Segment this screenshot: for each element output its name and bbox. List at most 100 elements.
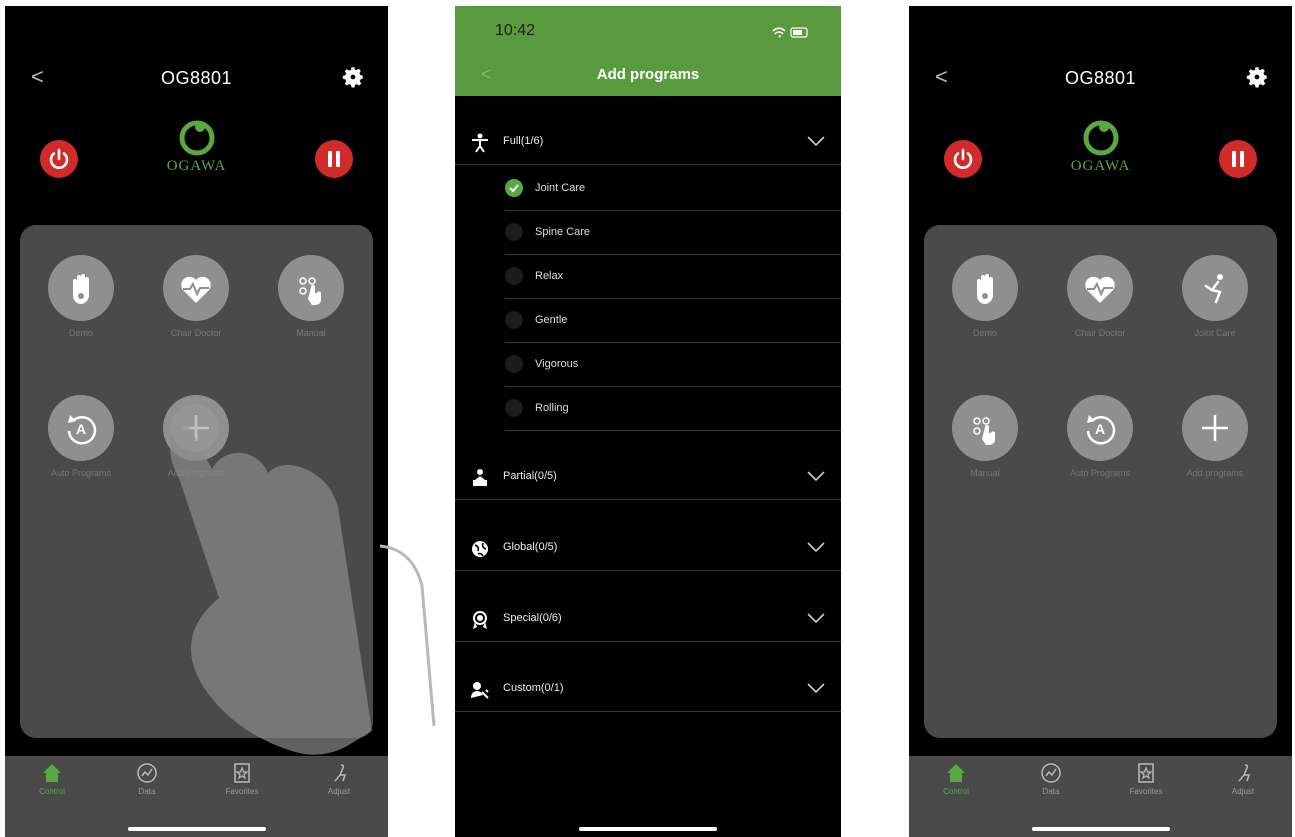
tab-control[interactable]: Control [926, 762, 986, 812]
tab-label: Favorites [225, 787, 259, 796]
pause-icon [328, 151, 340, 167]
tile-label: Auto Programs [50, 468, 112, 478]
tile-label: Chair Doctor [170, 328, 222, 338]
gear-icon[interactable] [1244, 64, 1270, 90]
tab-control[interactable]: Control [22, 762, 82, 812]
pause-button[interactable] [315, 140, 353, 178]
chart-icon [137, 763, 157, 783]
status-icons [771, 26, 811, 45]
tile-add-programs[interactable]: Add programs [141, 395, 251, 515]
device-title: OG8801 [1064, 68, 1137, 88]
tile-auto-programs[interactable]: A Auto Programs [1045, 395, 1155, 515]
chevron-down-icon [807, 613, 825, 624]
check-icon [505, 179, 523, 197]
tile-demo[interactable]: Demo [930, 255, 1040, 375]
tile-label: Add programs [1186, 468, 1244, 478]
tile-label: Demo [972, 328, 997, 338]
plus-icon [1182, 395, 1248, 461]
header-bar: 10:42 < Add programs [455, 6, 841, 96]
tab-favorites[interactable]: Favorites [212, 762, 272, 812]
chair-icon [334, 764, 347, 782]
category-label: Global(0/5) [503, 541, 558, 553]
tab-bar: Control Data Favorites Adjust [5, 756, 388, 837]
hand-icon [48, 255, 114, 321]
svg-text:A: A [1095, 421, 1105, 437]
tab-bar: Control Data Favorites Adjust [909, 756, 1292, 837]
manual-touch-icon [952, 395, 1018, 461]
tab-label: Data [138, 787, 156, 796]
category-label: Special(0/6) [503, 612, 562, 624]
person-icon [472, 133, 488, 153]
tab-label: Adjust [1231, 787, 1255, 796]
home-indicator [1031, 827, 1170, 831]
category-label: Partial(0/5) [503, 470, 557, 482]
tile-label: Joint Care [1194, 328, 1236, 338]
program-panel: Demo Chair Doctor Joint Care Manual A Au… [924, 225, 1277, 738]
heart-pulse-icon [1067, 255, 1133, 321]
tile-demo[interactable]: Demo [26, 255, 136, 375]
tile-label: Demo [68, 328, 93, 338]
category-global[interactable]: Global(0/5) [455, 527, 841, 571]
check-icon [505, 311, 523, 329]
tab-label: Favorites [1129, 787, 1163, 796]
tile-chair-doctor[interactable]: Chair Doctor [1045, 255, 1155, 375]
home-indicator [579, 827, 717, 831]
tile-label: Chair Doctor [1074, 328, 1126, 338]
gear-icon[interactable] [340, 64, 366, 90]
tab-label: Data [1042, 787, 1060, 796]
tile-label: Manual [970, 468, 1000, 478]
tab-data[interactable]: Data [117, 762, 177, 812]
program-panel: Demo Chair Doctor Manual A Auto Programs… [20, 225, 373, 738]
auto-program-icon: A [1067, 395, 1133, 461]
tab-adjust[interactable]: Adjust [1213, 762, 1273, 812]
tile-label: Manual [296, 328, 326, 338]
tab-label: Control [943, 787, 969, 796]
tab-adjust[interactable]: Adjust [309, 762, 369, 812]
control-screen-before: < OG8801 OGAWA Demo Chair Doctor Manual … [5, 6, 388, 837]
category-partial[interactable]: Partial(0/5) [455, 456, 841, 500]
check-icon [505, 267, 523, 285]
tab-data[interactable]: Data [1021, 762, 1081, 812]
home-icon [43, 764, 61, 782]
status-time: 10:42 [495, 22, 536, 39]
chevron-down-icon [807, 471, 825, 482]
chart-icon [1041, 763, 1061, 783]
program-item[interactable]: Rolling [505, 387, 841, 431]
program-item[interactable]: Spine Care [505, 211, 841, 255]
category-full[interactable]: Full(1/6) [455, 121, 841, 165]
program-label: Gentle [535, 314, 568, 326]
program-item[interactable]: Gentle [505, 299, 841, 343]
wifi-icon [772, 27, 786, 38]
tile-add-programs[interactable]: Add programs [1160, 395, 1270, 515]
joint-care-icon [1182, 255, 1248, 321]
tile-joint-care[interactable]: Joint Care [1160, 255, 1270, 375]
program-item[interactable]: Joint Care [505, 167, 841, 211]
tab-label: Adjust [327, 787, 351, 796]
program-item[interactable]: Vigorous [505, 343, 841, 387]
home-icon [947, 764, 965, 782]
category-special[interactable]: Special(0/6) [455, 598, 841, 642]
user-custom-icon [471, 682, 489, 699]
tab-favorites[interactable]: Favorites [1116, 762, 1176, 812]
tab-label: Control [39, 787, 65, 796]
partial-body-icon [473, 469, 487, 486]
tile-manual[interactable]: Manual [256, 255, 366, 375]
category-label: Full(1/6) [503, 135, 544, 147]
chair-icon [1238, 764, 1251, 782]
add-programs-screen: 10:42 < Add programs Full(1/6) Joint Car… [455, 6, 841, 837]
pause-button[interactable] [1219, 140, 1257, 178]
tile-chair-doctor[interactable]: Chair Doctor [141, 255, 251, 375]
check-icon [505, 399, 523, 417]
tile-manual[interactable]: Manual [930, 395, 1040, 515]
program-item[interactable]: Relax [505, 255, 841, 299]
tile-auto-programs[interactable]: A Auto Programs [26, 395, 136, 515]
plus-icon [163, 395, 229, 461]
hand-outline-icon [380, 544, 436, 727]
program-label: Vigorous [535, 358, 579, 370]
auto-program-icon: A [48, 395, 114, 461]
page-title: Add programs [596, 66, 700, 83]
category-custom[interactable]: Custom(0/1) [455, 668, 841, 712]
hand-icon [952, 255, 1018, 321]
star-icon [1138, 763, 1154, 783]
check-icon [505, 223, 523, 241]
